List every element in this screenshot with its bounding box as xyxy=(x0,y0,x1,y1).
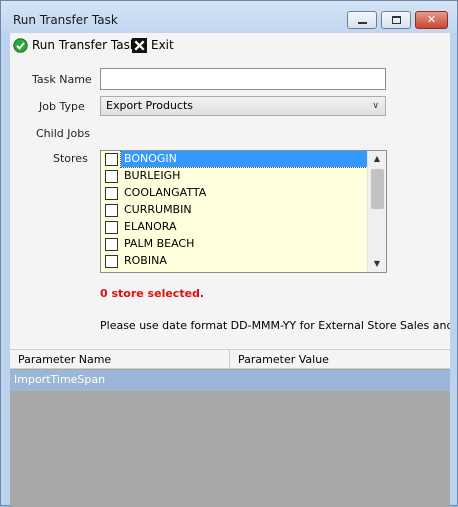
date-format-note: Please use date format DD-MMM-YY for Ext… xyxy=(100,319,450,332)
store-item[interactable]: PALM BEACH xyxy=(101,236,367,253)
store-name: BURLEIGH xyxy=(124,169,181,182)
store-checkbox[interactable] xyxy=(105,153,118,166)
store-name: ELANORA xyxy=(124,220,177,233)
task-name-input[interactable] xyxy=(100,68,386,90)
title-bar[interactable]: Run Transfer Task ✕ xyxy=(1,1,457,33)
exit-button[interactable]: Exit xyxy=(132,36,174,54)
store-item[interactable]: ELANORA xyxy=(101,219,367,236)
stores-checklist[interactable]: BONOGIN BURLEIGH COOLANGATTA CURRUMBIN E… xyxy=(100,150,387,273)
chevron-down-icon: ∨ xyxy=(372,101,379,111)
window-title: Run Transfer Task xyxy=(13,13,118,27)
store-item[interactable]: COOLANGATTA xyxy=(101,185,367,202)
child-jobs-label: Child Jobs xyxy=(36,127,90,140)
store-name: ROBINA xyxy=(124,254,167,267)
minimize-icon xyxy=(358,22,367,24)
job-type-value: Export Products xyxy=(106,99,194,112)
parameter-name-cell: ImportTimeSpan xyxy=(14,373,106,386)
store-item[interactable]: ROBINA xyxy=(101,253,367,270)
scroll-up-icon[interactable]: ▲ xyxy=(368,151,386,167)
store-checkbox[interactable] xyxy=(105,170,118,183)
toolbar: Run Transfer Task Exit xyxy=(10,33,450,57)
dialog-body: Run Transfer Task Exit Task Name Job Typ… xyxy=(10,33,450,507)
store-selection-status: 0 store selected. xyxy=(100,287,205,300)
store-item[interactable]: BONOGIN xyxy=(101,151,368,168)
stores-scrollbar[interactable]: ▲ ▼ xyxy=(367,151,386,272)
store-name: CURRUMBIN xyxy=(124,203,192,216)
store-item[interactable]: CURRUMBIN xyxy=(101,202,367,219)
checkmark-icon xyxy=(13,37,28,53)
job-type-select[interactable]: Export Products ∨ xyxy=(100,96,386,116)
exit-button-label: Exit xyxy=(151,38,174,52)
parameters-grid[interactable]: Parameter Name Parameter Value ImportTim… xyxy=(10,349,450,507)
exit-x-icon xyxy=(132,37,147,53)
column-header-parameter-name[interactable]: Parameter Name xyxy=(10,350,230,369)
store-name: COOLANGATTA xyxy=(124,186,207,199)
store-item[interactable]: BURLEIGH xyxy=(101,168,367,185)
store-checkbox[interactable] xyxy=(105,221,118,234)
maximize-button[interactable] xyxy=(381,11,411,29)
column-header-parameter-value[interactable]: Parameter Value xyxy=(230,350,450,369)
table-row[interactable]: ImportTimeSpan xyxy=(10,370,450,391)
close-icon: ✕ xyxy=(426,13,437,26)
maximize-icon xyxy=(392,16,401,24)
run-transfer-task-button[interactable]: Run Transfer Task xyxy=(13,36,137,54)
store-checkbox[interactable] xyxy=(105,238,118,251)
store-checkbox[interactable] xyxy=(105,255,118,268)
grid-header: Parameter Name Parameter Value xyxy=(10,349,450,369)
job-type-label: Job Type xyxy=(39,100,85,113)
run-button-label: Run Transfer Task xyxy=(32,38,137,52)
store-name: BONOGIN xyxy=(120,151,368,168)
store-name: PALM BEACH xyxy=(124,237,195,250)
scroll-down-icon[interactable]: ▼ xyxy=(368,256,386,272)
store-checkbox[interactable] xyxy=(105,187,118,200)
minimize-button[interactable] xyxy=(347,11,377,29)
store-checkbox[interactable] xyxy=(105,204,118,217)
stores-label: Stores xyxy=(53,152,88,165)
run-transfer-task-window: Run Transfer Task ✕ Run Transfer Task Ex… xyxy=(0,0,458,507)
scrollbar-thumb[interactable] xyxy=(371,169,384,209)
task-name-label: Task Name xyxy=(32,73,92,86)
close-button[interactable]: ✕ xyxy=(415,11,448,29)
